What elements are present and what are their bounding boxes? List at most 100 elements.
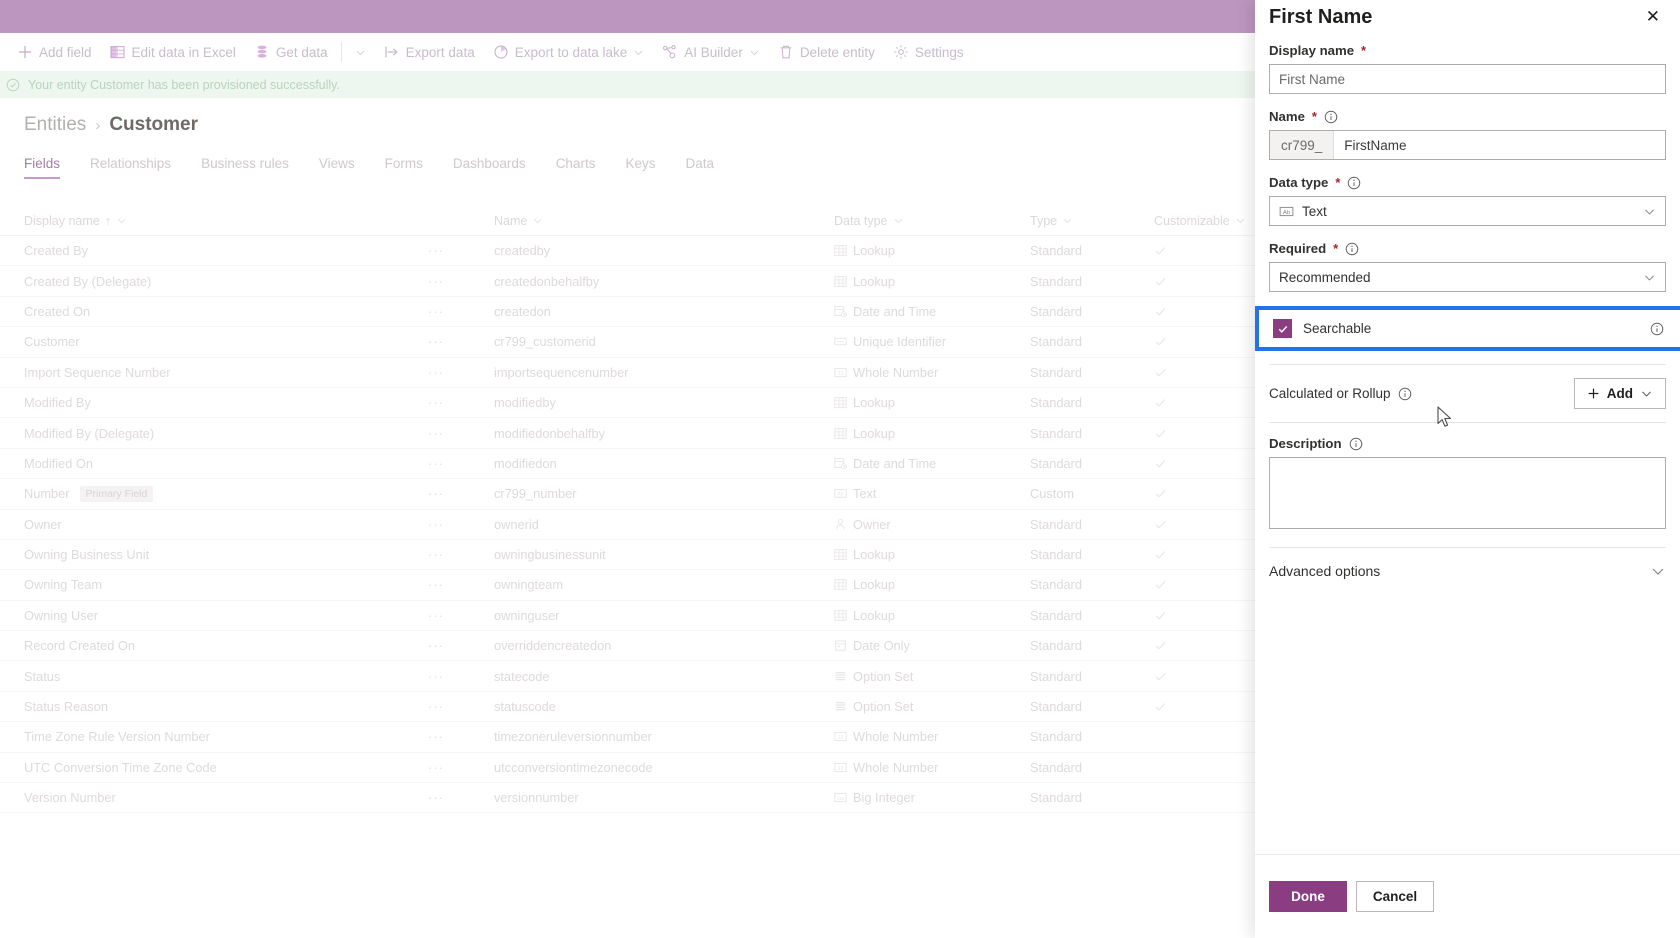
- cell-customizable: [1148, 366, 1268, 379]
- tab-fields[interactable]: Fields: [24, 152, 75, 179]
- row-more-actions-button[interactable]: ···: [428, 395, 494, 410]
- cell-display-name[interactable]: Customer: [24, 334, 428, 349]
- display-name-input[interactable]: [1269, 64, 1666, 94]
- add-field-button[interactable]: Add field: [8, 39, 101, 65]
- data-type-text: Lookup: [853, 395, 895, 411]
- tab-forms[interactable]: Forms: [385, 152, 438, 179]
- row-more-actions-button[interactable]: ···: [428, 274, 494, 289]
- done-button[interactable]: Done: [1269, 881, 1347, 912]
- cell-display-name[interactable]: Modified By (Delegate): [24, 426, 428, 441]
- row-more-actions-button[interactable]: ···: [428, 426, 494, 441]
- required-select[interactable]: Recommended: [1269, 262, 1666, 292]
- description-textarea[interactable]: [1269, 457, 1666, 529]
- tab-views[interactable]: Views: [319, 152, 370, 179]
- column-header-type[interactable]: Type: [1030, 214, 1148, 228]
- settings-button[interactable]: Settings: [884, 39, 973, 65]
- cell-customizable: [1148, 639, 1268, 652]
- column-header-data-type[interactable]: Data type: [834, 214, 1030, 228]
- get-data-more-button[interactable]: [346, 42, 375, 63]
- cell-display-name[interactable]: Created By: [24, 243, 428, 258]
- row-more-actions-button[interactable]: ···: [428, 365, 494, 380]
- tab-business-rules[interactable]: Business rules: [201, 152, 304, 179]
- close-icon[interactable]: ✕: [1644, 4, 1662, 29]
- cell-display-name[interactable]: Version Number: [24, 790, 428, 805]
- cancel-button[interactable]: Cancel: [1356, 881, 1434, 912]
- cell-display-name[interactable]: Import Sequence Number: [24, 365, 428, 380]
- row-more-actions-button[interactable]: ···: [428, 334, 494, 349]
- cell-display-name[interactable]: Created By (Delegate): [24, 274, 428, 289]
- row-more-actions-button[interactable]: ···: [428, 243, 494, 258]
- info-icon[interactable]: [1347, 176, 1361, 190]
- check-icon: [1155, 247, 1166, 255]
- edit-data-in-excel-button[interactable]: Edit data in Excel: [101, 39, 245, 65]
- export-to-data-lake-button[interactable]: Export to data lake: [484, 39, 654, 65]
- column-header-display-name[interactable]: Display name ↑: [24, 214, 428, 228]
- breadcrumb-entities-link[interactable]: Entities: [24, 114, 86, 136]
- name-input-wrapper: cr799_: [1269, 130, 1666, 160]
- info-icon[interactable]: [1349, 437, 1363, 451]
- row-more-actions-button[interactable]: ···: [428, 729, 494, 744]
- row-more-actions-button[interactable]: ···: [428, 638, 494, 653]
- cell-display-name[interactable]: Owner: [24, 517, 428, 532]
- row-more-actions-button[interactable]: ···: [428, 699, 494, 714]
- row-more-actions-button[interactable]: ···: [428, 760, 494, 775]
- info-icon[interactable]: [1650, 322, 1664, 336]
- cell-display-name[interactable]: Modified On: [24, 456, 428, 471]
- cell-type: Standard: [1030, 303, 1082, 319]
- cell-display-name[interactable]: Owning Business Unit: [24, 547, 428, 562]
- cell-display-name[interactable]: Status: [24, 669, 428, 684]
- cell-display-name[interactable]: Status Reason: [24, 699, 428, 714]
- tab-charts[interactable]: Charts: [556, 152, 611, 179]
- searchable-checkbox[interactable]: [1273, 319, 1292, 338]
- row-more-actions-button[interactable]: ···: [428, 577, 494, 592]
- edit-data-in-excel-label: Edit data in Excel: [131, 44, 236, 60]
- delete-entity-button[interactable]: Delete entity: [769, 39, 884, 65]
- get-data-button[interactable]: Get data: [245, 39, 337, 65]
- cell-display-name[interactable]: Created On: [24, 304, 428, 319]
- data-type-select[interactable]: Ab Text: [1269, 196, 1666, 226]
- row-more-actions-button[interactable]: ···: [428, 304, 494, 319]
- cell-display-name[interactable]: UTC Conversion Time Zone Code: [24, 760, 428, 775]
- info-icon[interactable]: [1345, 242, 1359, 256]
- cell-display-name[interactable]: Time Zone Rule Version Number: [24, 729, 428, 744]
- dateonly-icon: [835, 640, 846, 651]
- cell-display-name[interactable]: Number Primary Field: [24, 485, 428, 502]
- tab-keys[interactable]: Keys: [625, 152, 670, 179]
- check-icon: [1155, 703, 1166, 711]
- row-more-actions-button[interactable]: ···: [428, 790, 494, 805]
- advanced-options-toggle[interactable]: Advanced options: [1269, 561, 1666, 581]
- column-header-customizable[interactable]: Customizable: [1148, 214, 1268, 228]
- info-icon[interactable]: [1324, 110, 1338, 124]
- cell-display-name[interactable]: Record Created On: [24, 638, 428, 653]
- column-header-name[interactable]: Name: [494, 214, 834, 228]
- row-more-actions-button[interactable]: ···: [428, 517, 494, 532]
- row-more-actions-button[interactable]: ···: [428, 486, 494, 501]
- tab-data[interactable]: Data: [685, 152, 729, 179]
- cell-display-name[interactable]: Owning Team: [24, 577, 428, 592]
- info-icon[interactable]: [1398, 387, 1412, 401]
- wholenumber-icon: 12: [834, 732, 847, 742]
- row-more-actions-button[interactable]: ···: [428, 608, 494, 623]
- export-data-button[interactable]: Export data: [375, 39, 484, 65]
- cell-display-name[interactable]: Owning User: [24, 608, 428, 623]
- required-group: Required * Recommended: [1269, 241, 1666, 292]
- row-more-actions-button[interactable]: ···: [428, 669, 494, 684]
- add-calculated-rollup-button[interactable]: Add: [1573, 378, 1666, 409]
- name-input[interactable]: [1334, 131, 1665, 159]
- cell-display-name[interactable]: Modified By: [24, 395, 428, 410]
- export-icon: [385, 46, 398, 58]
- text-icon: Ab: [834, 489, 847, 499]
- row-more-actions-button[interactable]: ···: [428, 547, 494, 562]
- chevron-down-icon: [750, 50, 759, 55]
- app-root: Environment CDSTu Add field Edit data in…: [0, 0, 1680, 938]
- ai-builder-button[interactable]: AI Builder: [653, 39, 769, 65]
- cell-data-type: Lookup: [834, 547, 1030, 562]
- tab-dashboards[interactable]: Dashboards: [453, 152, 541, 179]
- row-more-actions-button[interactable]: ···: [428, 456, 494, 471]
- cell-type: Custom: [1030, 486, 1075, 502]
- display-name-group: Display name *: [1269, 43, 1666, 94]
- cell-logical-name: overriddencreatedon: [494, 638, 612, 654]
- tab-relationships[interactable]: Relationships: [90, 152, 186, 179]
- field-display-name: Created By (Delegate): [24, 273, 152, 289]
- searchable-row[interactable]: Searchable: [1255, 306, 1680, 351]
